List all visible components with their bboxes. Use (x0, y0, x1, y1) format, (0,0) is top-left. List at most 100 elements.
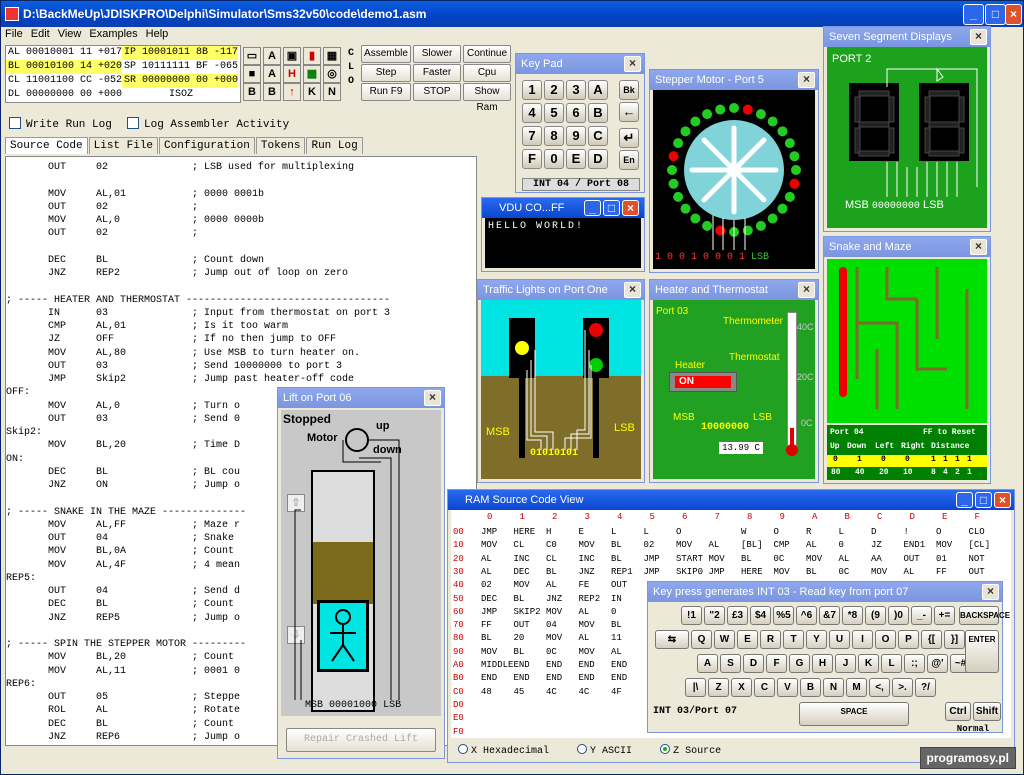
keyboard-key[interactable]: %5 (773, 606, 794, 625)
keyboard-key[interactable]: :; (904, 654, 925, 673)
keyboard-key[interactable]: }] (944, 630, 965, 649)
keyboard-key[interactable]: >. (892, 678, 913, 697)
maximize-button[interactable]: □ (985, 4, 1006, 25)
keyboard-key[interactable]: C (754, 678, 775, 697)
keyboard-key[interactable]: G (789, 654, 810, 673)
keypad-key[interactable]: 6 (566, 103, 586, 123)
monitor-icon[interactable]: ▣ (283, 47, 301, 65)
keypad-enter-arrow-key[interactable]: ↵ (619, 128, 639, 148)
enter-key[interactable]: ENTER (965, 630, 999, 673)
keyboard-close-button[interactable]: × (982, 584, 999, 600)
asm-log-checkbox[interactable]: Log Assembler Activity (127, 117, 289, 131)
keypad-key[interactable]: 5 (544, 103, 564, 123)
keyboard-key[interactable]: Y (806, 630, 827, 649)
backspace-key[interactable]: BACKSPACE (959, 606, 1010, 625)
keyboard-key[interactable]: R (760, 630, 781, 649)
vdu-close-button[interactable]: × (622, 200, 639, 216)
keyboard-key[interactable]: B (800, 678, 821, 697)
menu-edit[interactable]: Edit (27, 27, 54, 41)
slower-button[interactable]: Slower (413, 45, 461, 63)
keyboard-key[interactable]: ?/ (915, 678, 936, 697)
seven-segment-close-button[interactable]: × (970, 29, 987, 45)
show-ram-button[interactable]: Show Ram (463, 83, 511, 113)
keypad-key[interactable]: 1 (522, 80, 542, 100)
keypad-key[interactable]: 4 (522, 103, 542, 123)
save-icon[interactable]: ■ (243, 65, 261, 83)
snake-close-button[interactable]: × (970, 239, 987, 255)
ram-mode-source-radio[interactable] (660, 744, 671, 754)
letter-a-icon[interactable]: A (263, 47, 281, 65)
stop-button[interactable]: STOP (413, 83, 461, 101)
keyboard-key[interactable]: "2 (704, 606, 725, 625)
ram-minimize-button[interactable]: _ (956, 492, 973, 508)
tab-run-log[interactable]: Run Log (306, 137, 363, 154)
stepper-icon[interactable]: ◎ (323, 65, 341, 83)
asm-log-box[interactable] (127, 117, 139, 129)
keypad-key[interactable]: A (588, 80, 608, 100)
keyboard-key[interactable]: L (881, 654, 902, 673)
ram-mode-source[interactable]: Z Source (660, 744, 721, 757)
shift-key[interactable]: Shift (973, 702, 1001, 721)
numpad-icon[interactable]: N (323, 83, 341, 101)
keyboard-key[interactable]: £3 (727, 606, 748, 625)
keypad-key[interactable]: C (588, 126, 608, 146)
ram-mode-hex-radio[interactable] (458, 744, 468, 754)
keyboard-key[interactable]: *8 (842, 606, 863, 625)
keyboard-key[interactable]: K (858, 654, 879, 673)
ram-close-button[interactable]: × (994, 492, 1011, 508)
write-log-box[interactable] (9, 117, 21, 129)
step-button[interactable]: Step (361, 64, 411, 82)
keypad-key[interactable]: B (588, 103, 608, 123)
traffic-close-button[interactable]: × (624, 282, 641, 298)
keyboard-key[interactable]: Z (708, 678, 729, 697)
vdu-minimize-button[interactable]: _ (584, 200, 601, 216)
ram-mode-ascii-radio[interactable] (577, 744, 588, 754)
tab-tokens[interactable]: Tokens (255, 137, 306, 154)
keypad-key[interactable]: 9 (566, 126, 586, 146)
keyboard-key[interactable]: {[ (921, 630, 942, 649)
keyboard-key[interactable]: X (731, 678, 752, 697)
keyboard-key[interactable]: |\ (685, 678, 706, 697)
ctrl-key[interactable]: Ctrl (945, 702, 971, 721)
keypad-key[interactable]: 2 (544, 80, 564, 100)
keyboard-key[interactable]: (9 (865, 606, 886, 625)
open-icon[interactable]: ▭ (243, 47, 261, 65)
bold-icon[interactable]: B (243, 83, 261, 101)
keyboard-key[interactable]: O (875, 630, 896, 649)
run-button[interactable]: Run F9 (361, 83, 411, 101)
keyboard-key[interactable]: T (783, 630, 804, 649)
keyboard-key[interactable]: += (934, 606, 955, 625)
ram-maximize-button[interactable]: □ (975, 492, 992, 508)
tab-key[interactable]: ⇆ (655, 630, 689, 649)
lift-close-button[interactable]: × (424, 390, 441, 406)
keyboard-key[interactable]: V (777, 678, 798, 697)
tab-source-code[interactable]: Source Code (5, 137, 88, 154)
up-arrow-icon[interactable]: ↑ (283, 83, 301, 101)
keyboard-key[interactable]: Q (691, 630, 712, 649)
keyboard-key[interactable]: !1 (681, 606, 702, 625)
repair-lift-button[interactable]: Repair Crashed Lift (286, 728, 436, 752)
minimize-button[interactable]: _ (963, 4, 984, 25)
menu-file[interactable]: File (1, 27, 27, 41)
letter-a-small-icon[interactable]: A (263, 65, 281, 83)
keypad-backspace-key[interactable]: Bk (619, 80, 639, 100)
keyboard-key[interactable]: $4 (750, 606, 771, 625)
write-log-checkbox[interactable]: Write Run Log (9, 117, 112, 131)
space-key[interactable]: SPACE (799, 702, 909, 726)
tab-configuration[interactable]: Configuration (159, 137, 255, 154)
ram-mode-hex[interactable]: X Hexadecimal (458, 744, 549, 757)
keyboard-key[interactable]: M (846, 678, 867, 697)
keyboard-key[interactable]: N (823, 678, 844, 697)
cpu-reset-button[interactable]: Cpu Reset (463, 64, 511, 94)
keyboard-key[interactable]: ^6 (796, 606, 817, 625)
ram-mode-ascii[interactable]: Y ASCII (577, 744, 632, 757)
keyboard-key[interactable]: I (852, 630, 873, 649)
assemble-button[interactable]: Assemble (361, 45, 411, 63)
close-button[interactable]: × (1005, 4, 1022, 25)
keypad-key[interactable]: 0 (544, 149, 564, 169)
keyboard-key[interactable]: <, (869, 678, 890, 697)
keyboard-key[interactable]: H (812, 654, 833, 673)
tab-list-file[interactable]: List File (88, 137, 159, 154)
keyboard-key[interactable]: A (697, 654, 718, 673)
keypad-key[interactable]: F (522, 149, 542, 169)
